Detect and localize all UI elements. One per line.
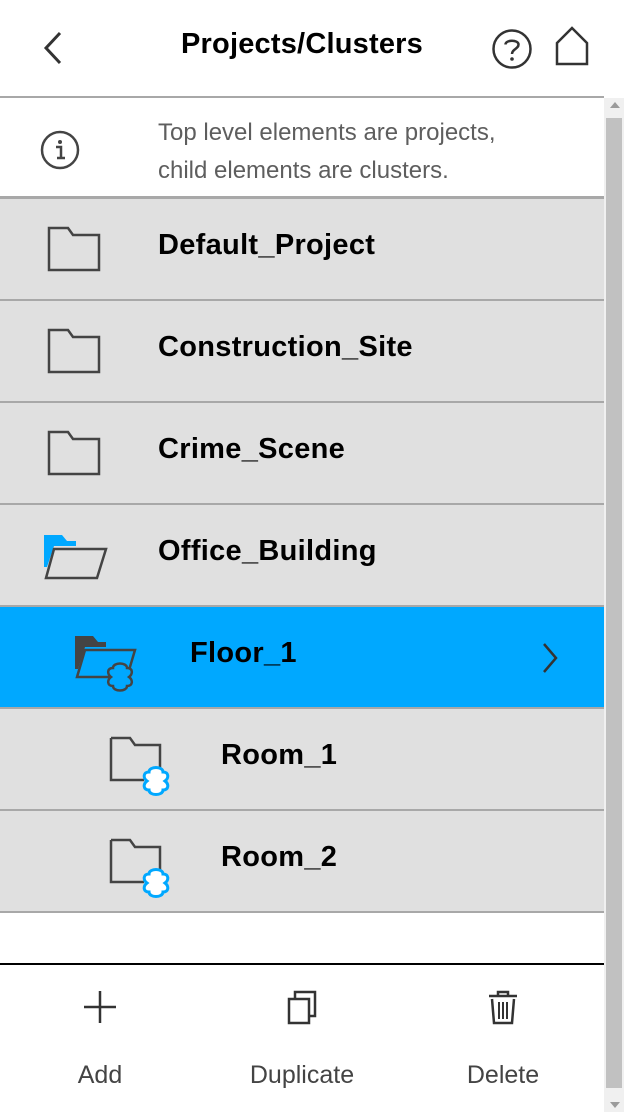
add-button[interactable]: Add [0,965,200,1112]
cluster-folder-icon [109,736,170,796]
help-circle-icon [492,29,532,69]
list-item-label: Default_Project [158,229,376,261]
help-button[interactable] [491,28,533,70]
list-item-label: Room_1 [221,739,338,771]
scrollbar[interactable] [604,98,624,1112]
delete-button[interactable]: Delete [403,965,603,1112]
home-button[interactable] [552,24,592,68]
folder-icon [47,430,101,476]
chevron-right-icon[interactable] [540,641,560,675]
folder-open-icon [44,535,108,580]
info-icon [40,130,80,170]
cluster-folder-icon [109,838,170,898]
list-item-floor-1[interactable]: Floor_1 [0,607,604,709]
project-cluster-list: Default_Project Construction_Site Crime_… [0,199,604,913]
duplicate-icon [287,990,317,1025]
list-item-room-2[interactable]: Room_2 [0,811,604,913]
bottom-toolbar: Add Duplicate Delete [0,963,604,1112]
duplicate-label: Duplicate [249,1061,355,1089]
scroll-down-arrow-icon[interactable] [610,1102,620,1108]
folder-icon [47,328,101,374]
list-item-crime-scene[interactable]: Crime_Scene [0,403,604,505]
scroll-up-arrow-icon[interactable] [610,102,620,108]
header: Projects/Clusters [0,0,604,98]
list-item-room-1[interactable]: Room_1 [0,709,604,811]
info-text-line: child elements are clusters. [158,157,449,184]
list-item-label: Office_Building [158,535,377,567]
info-text: Top level elements are projects, child e… [158,114,578,190]
plus-icon [84,991,116,1023]
list-item-default-project[interactable]: Default_Project [0,199,604,301]
home-icon [555,26,589,66]
list-item-label: Floor_1 [190,637,297,669]
scrollbar-thumb[interactable] [606,118,622,1088]
delete-label: Delete [466,1061,540,1089]
info-banner: Top level elements are projects, child e… [0,98,604,199]
list-item-label: Room_2 [221,841,338,873]
folder-icon [47,226,101,272]
list-item-construction-site[interactable]: Construction_Site [0,301,604,403]
list-item-label: Crime_Scene [158,433,346,465]
list-item-label: Construction_Site [158,331,413,363]
duplicate-button[interactable]: Duplicate [202,965,402,1112]
info-text-line: Top level elements are projects, [158,119,496,146]
add-label: Add [77,1061,123,1089]
trash-icon [489,990,517,1025]
cluster-folder-open-icon [75,636,137,692]
list-item-office-building[interactable]: Office_Building [0,505,604,607]
